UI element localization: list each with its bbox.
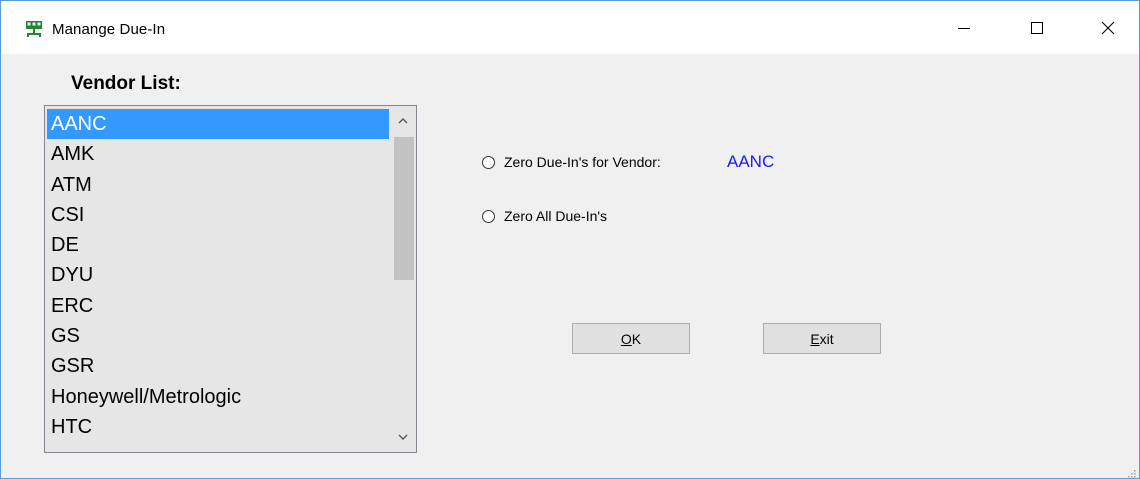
chevron-down-icon <box>398 434 408 440</box>
ok-button[interactable]: OK <box>572 323 690 354</box>
list-item[interactable]: GS <box>47 321 390 351</box>
resize-grip-icon[interactable] <box>1126 465 1136 478</box>
list-item[interactable]: HTC <box>47 412 390 442</box>
zero-all-option[interactable]: Zero All Due-In's <box>482 205 607 227</box>
network-computer-icon <box>25 20 43 38</box>
close-button[interactable] <box>1085 1 1131 54</box>
vendor-listbox[interactable]: AANC AMK ATM CSI DE DYU ERC GS GSR Honey… <box>44 105 417 453</box>
close-icon <box>1101 21 1115 34</box>
zero-all-label: Zero All Due-In's <box>504 208 608 224</box>
list-item[interactable]: AANC <box>47 109 390 140</box>
zero-vendor-option[interactable]: Zero Due-In's for Vendor: <box>482 151 661 173</box>
list-item[interactable]: DE <box>47 230 390 260</box>
list-item[interactable]: DYU <box>47 260 390 290</box>
minimize-icon <box>958 27 970 29</box>
list-item[interactable]: ERC <box>47 291 390 321</box>
scrollbar-thumb[interactable] <box>394 137 414 280</box>
ok-label-rest: K <box>631 330 642 347</box>
list-item[interactable]: CSI <box>47 200 390 230</box>
zero-vendor-radio[interactable] <box>482 155 495 169</box>
list-item[interactable]: ATM <box>47 170 390 200</box>
maximize-icon <box>1031 21 1043 34</box>
vertical-scrollbar[interactable] <box>389 106 416 452</box>
chevron-up-icon <box>398 118 408 124</box>
vendor-list-label: Vendor List: <box>71 73 181 94</box>
scroll-up-button[interactable] <box>390 108 416 134</box>
window-title: Manange Due-In <box>52 21 166 38</box>
minimize-button[interactable] <box>941 1 987 54</box>
list-item[interactable]: GSR <box>47 351 390 381</box>
manage-due-in-window: Manange Due-In Vendor List: AANC AMK ATM… <box>0 0 1140 479</box>
selected-vendor-value: AANC <box>727 152 775 171</box>
scroll-down-button[interactable] <box>390 424 416 450</box>
list-item[interactable]: AMK <box>47 139 390 169</box>
exit-label-rest: xit <box>819 330 834 347</box>
title-bar[interactable]: Manange Due-In <box>1 1 1139 54</box>
list-item[interactable]: Honeywell/Metrologic <box>47 382 390 412</box>
zero-all-radio[interactable] <box>482 209 495 223</box>
exit-button[interactable]: Exit <box>763 323 881 354</box>
exit-mnemonic: E <box>810 330 820 347</box>
vendor-list-items: AANC AMK ATM CSI DE DYU ERC GS GSR Honey… <box>47 109 390 442</box>
maximize-button[interactable] <box>1014 1 1060 54</box>
zero-vendor-label: Zero Due-In's for Vendor: <box>504 154 661 170</box>
ok-mnemonic: O <box>620 330 632 347</box>
